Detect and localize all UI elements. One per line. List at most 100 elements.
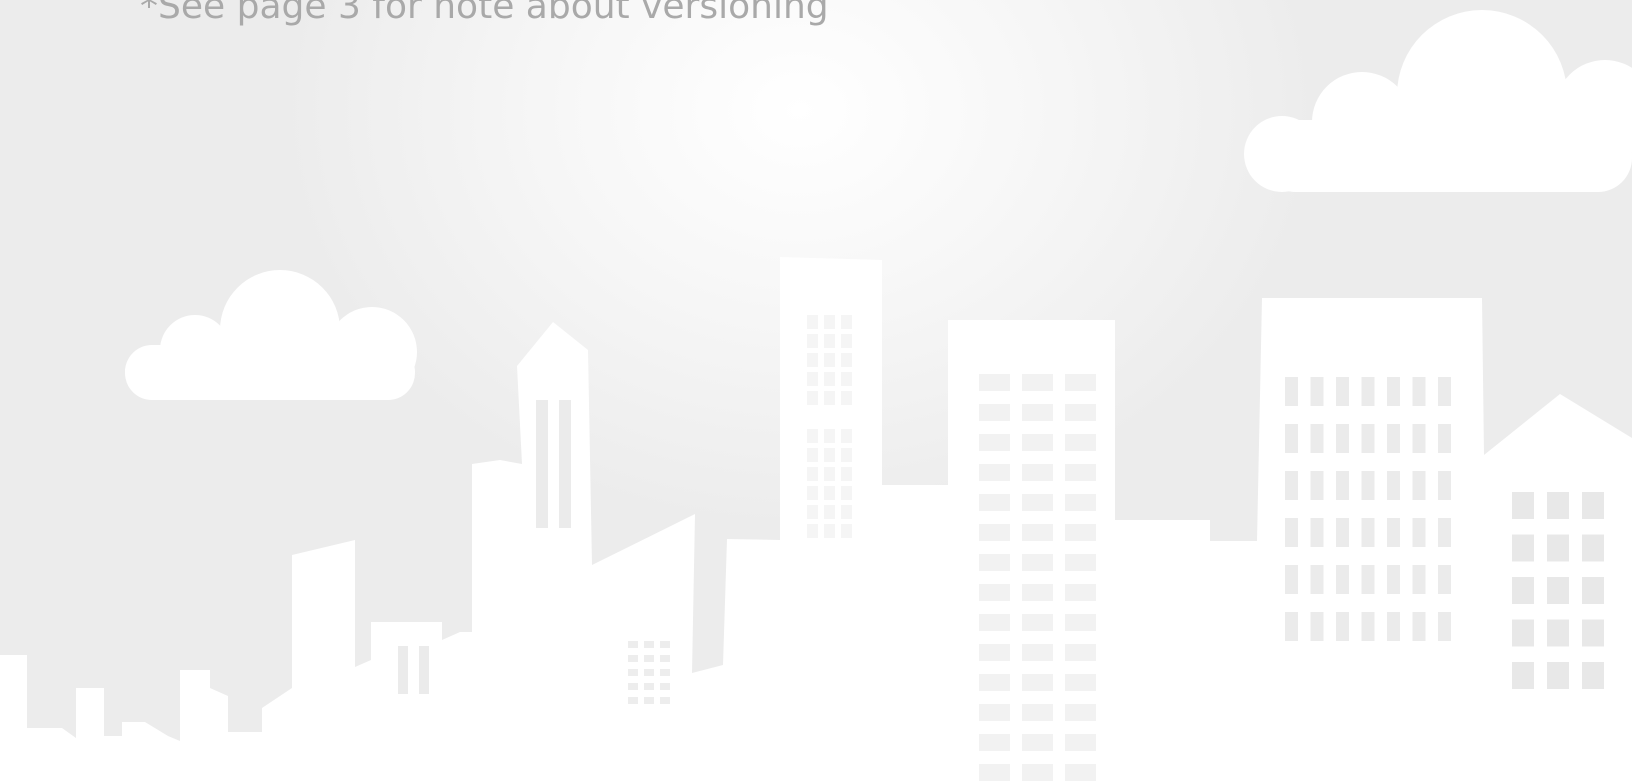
window bbox=[660, 655, 670, 662]
window bbox=[841, 524, 852, 538]
window bbox=[824, 334, 835, 348]
window bbox=[979, 674, 1010, 691]
window bbox=[1065, 494, 1096, 511]
window bbox=[1022, 584, 1053, 601]
window bbox=[1438, 424, 1451, 453]
window bbox=[1412, 471, 1426, 500]
window bbox=[660, 641, 670, 648]
window bbox=[1361, 518, 1375, 547]
window bbox=[1065, 644, 1096, 661]
window bbox=[1022, 464, 1053, 481]
window bbox=[841, 505, 852, 519]
window bbox=[824, 315, 835, 329]
window bbox=[1285, 518, 1298, 547]
window bbox=[1387, 565, 1400, 594]
window bbox=[824, 505, 835, 519]
window bbox=[1582, 662, 1604, 689]
window bbox=[1438, 612, 1451, 641]
window bbox=[824, 524, 835, 538]
window bbox=[1582, 534, 1604, 562]
window bbox=[824, 467, 835, 481]
window bbox=[1310, 471, 1324, 500]
window bbox=[979, 614, 1010, 631]
window bbox=[807, 429, 818, 443]
window bbox=[1022, 704, 1053, 721]
window bbox=[807, 486, 818, 500]
window bbox=[979, 734, 1010, 751]
window bbox=[1512, 577, 1534, 604]
window bbox=[979, 554, 1010, 571]
window bbox=[1065, 584, 1096, 601]
window bbox=[1512, 662, 1534, 689]
window bbox=[1361, 424, 1375, 453]
window bbox=[1065, 404, 1096, 421]
window bbox=[1022, 764, 1053, 781]
window bbox=[1412, 424, 1426, 453]
window bbox=[841, 372, 852, 386]
window bbox=[824, 372, 835, 386]
window bbox=[979, 764, 1010, 781]
window bbox=[1582, 619, 1604, 647]
window bbox=[807, 448, 818, 462]
window bbox=[1361, 471, 1375, 500]
window bbox=[1310, 377, 1324, 406]
window bbox=[1310, 518, 1324, 547]
window bbox=[824, 353, 835, 367]
window bbox=[841, 315, 852, 329]
window bbox=[1310, 424, 1324, 453]
window bbox=[824, 429, 835, 443]
window bbox=[1022, 374, 1053, 391]
window bbox=[1285, 377, 1298, 406]
window bbox=[644, 641, 654, 648]
window bbox=[1336, 424, 1349, 453]
window bbox=[807, 353, 818, 367]
window bbox=[807, 391, 818, 405]
window bbox=[979, 704, 1010, 721]
window bbox=[807, 524, 818, 538]
window bbox=[1285, 612, 1298, 641]
window bbox=[660, 697, 670, 704]
window bbox=[1361, 612, 1375, 641]
window bbox=[660, 683, 670, 690]
window bbox=[644, 683, 654, 690]
window bbox=[1336, 377, 1349, 406]
window bbox=[841, 429, 852, 443]
window bbox=[644, 669, 654, 676]
window bbox=[1438, 518, 1451, 547]
window bbox=[1547, 492, 1569, 519]
window bbox=[1022, 554, 1053, 571]
window bbox=[1438, 565, 1451, 594]
window bbox=[1412, 377, 1426, 406]
window bbox=[979, 374, 1010, 391]
window bbox=[979, 524, 1010, 541]
window bbox=[1547, 534, 1569, 562]
window bbox=[1512, 619, 1534, 647]
window bbox=[841, 486, 852, 500]
window bbox=[1582, 577, 1604, 604]
window bbox=[1547, 662, 1569, 689]
window bbox=[1065, 704, 1096, 721]
window bbox=[979, 464, 1010, 481]
window bbox=[979, 494, 1010, 511]
window bbox=[1065, 554, 1096, 571]
window bbox=[1285, 565, 1298, 594]
window bbox=[841, 353, 852, 367]
window bbox=[1065, 734, 1096, 751]
window bbox=[1065, 464, 1096, 481]
window bbox=[1336, 471, 1349, 500]
window bbox=[1412, 518, 1426, 547]
window bbox=[1387, 612, 1400, 641]
window bbox=[807, 505, 818, 519]
window bbox=[1065, 614, 1096, 631]
window bbox=[1065, 374, 1096, 391]
window bbox=[1310, 565, 1324, 594]
window bbox=[1065, 764, 1096, 781]
cloud-icon bbox=[125, 270, 417, 400]
window bbox=[841, 467, 852, 481]
city-scene-illustration bbox=[0, 10, 1632, 781]
window bbox=[1310, 612, 1324, 641]
window bbox=[807, 334, 818, 348]
window bbox=[628, 655, 638, 662]
window bbox=[1512, 534, 1534, 562]
window bbox=[1022, 644, 1053, 661]
